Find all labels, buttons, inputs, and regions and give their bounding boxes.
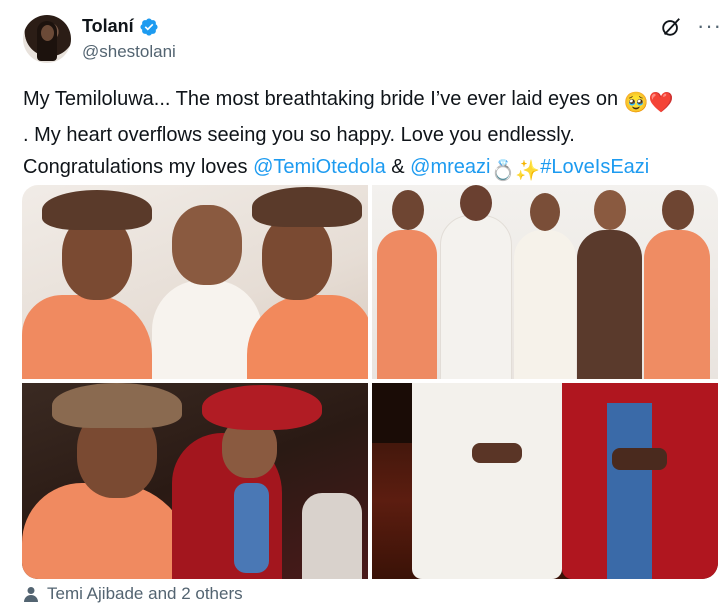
tweet-emojis-2: 💍✨ bbox=[490, 160, 541, 182]
head-2 bbox=[460, 185, 492, 221]
head-3 bbox=[530, 193, 560, 231]
liked-by-text[interactable]: Temi Ajibade and 2 others bbox=[47, 584, 243, 604]
mention-temiotedola[interactable]: @TemiOtedola bbox=[253, 156, 386, 178]
tweet-header: Tolaní @shestolani ··· bbox=[0, 0, 726, 70]
coral-dress-right bbox=[247, 295, 368, 379]
bride-white-dress bbox=[514, 230, 576, 379]
more-options-icon[interactable]: ··· bbox=[697, 13, 722, 39]
tweet-line2: . My heart overflows seeing you so happy… bbox=[23, 124, 575, 146]
coral-dress-2 bbox=[644, 230, 710, 379]
red-gele bbox=[202, 385, 322, 430]
mention-mreazi[interactable]: @mreazi bbox=[410, 156, 490, 178]
brown-dress bbox=[577, 230, 642, 379]
coral-dress-1 bbox=[377, 230, 437, 379]
author-name[interactable]: Tolaní bbox=[82, 16, 134, 37]
liked-by[interactable]: Temi Ajibade and 2 others bbox=[23, 584, 243, 604]
tweet-emojis-1: 🥹❤️ bbox=[623, 92, 674, 114]
face-right bbox=[262, 215, 332, 300]
author-avatar[interactable] bbox=[23, 15, 71, 63]
head-5 bbox=[662, 190, 694, 230]
author-handle[interactable]: @shestolani bbox=[82, 42, 176, 62]
gele-left bbox=[42, 190, 152, 230]
hashtag-loveiseazi[interactable]: #LoveIsEazi bbox=[540, 156, 649, 178]
head-4 bbox=[594, 190, 626, 230]
hands-right bbox=[612, 448, 667, 470]
tweet-line3: Congratulations my loves bbox=[23, 156, 254, 178]
coral-dress-left bbox=[22, 295, 152, 379]
photo-groom-father[interactable] bbox=[372, 383, 718, 579]
blue-inner-garment bbox=[607, 403, 652, 579]
white-agbada bbox=[440, 215, 512, 379]
gele-right bbox=[252, 187, 362, 227]
author-name-row: Tolaní bbox=[82, 16, 159, 37]
photo-family-group[interactable] bbox=[372, 185, 718, 379]
head-1 bbox=[392, 190, 424, 230]
white-agbada bbox=[412, 383, 562, 579]
media-grid bbox=[22, 185, 718, 579]
photo-bridesmaids[interactable] bbox=[22, 185, 368, 379]
blue-dress-detail bbox=[234, 483, 269, 573]
tweet-ampersand: & bbox=[385, 156, 411, 178]
avatar-face bbox=[41, 25, 54, 41]
verified-badge-icon bbox=[140, 17, 158, 36]
hands-left bbox=[472, 443, 522, 463]
photo-bride-dancing[interactable] bbox=[22, 383, 368, 579]
grok-icon[interactable] bbox=[660, 16, 682, 38]
face-center bbox=[172, 205, 242, 285]
tweet-text: My Temiloluwa... The most breathtaking b… bbox=[23, 83, 723, 187]
gele-dancer bbox=[52, 383, 182, 428]
tweet-line1: My Temiloluwa... The most breathtaking b… bbox=[23, 88, 624, 110]
white-dress-center bbox=[152, 280, 262, 379]
guest-white bbox=[302, 493, 362, 579]
